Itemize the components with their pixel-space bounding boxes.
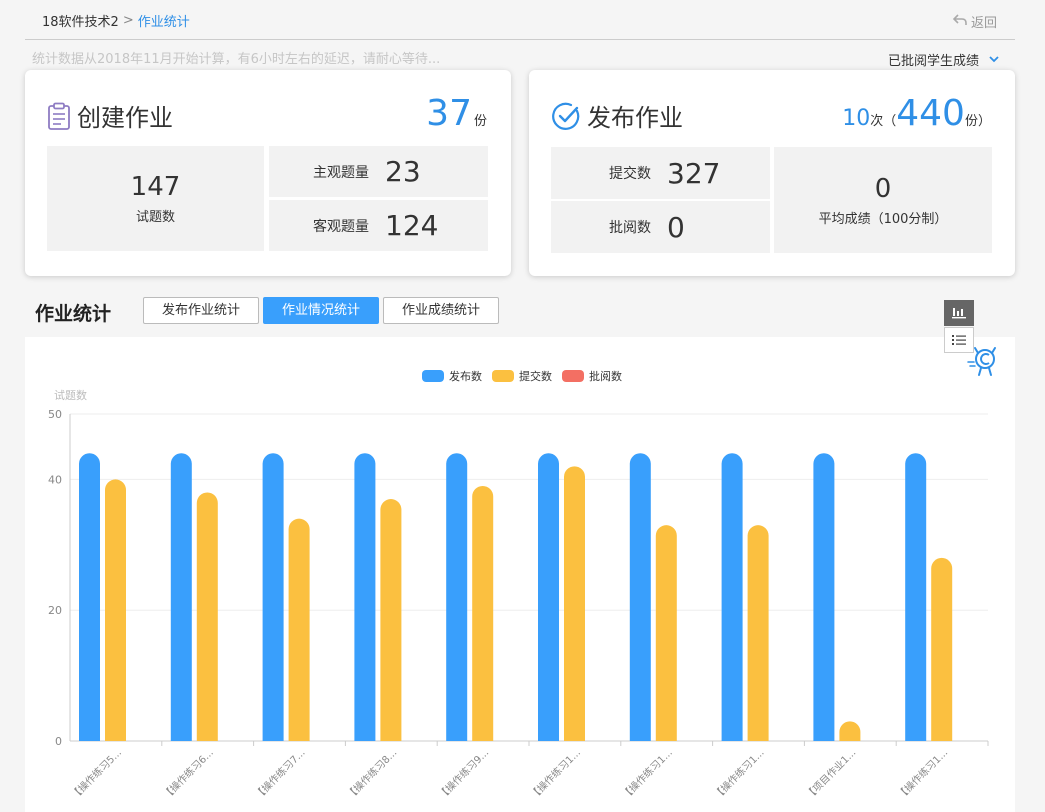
x-tick-label: 【操作练习9... (435, 746, 491, 802)
y-axis-label: 试题数 (54, 389, 87, 402)
bar-submitted (931, 557, 953, 741)
bar-submitted (196, 492, 218, 741)
bar-published (813, 453, 835, 741)
x-tick-label: 【操作练习7... (252, 746, 308, 802)
y-tick-label: 0 (55, 735, 62, 748)
x-tick-label: 【操作练习6... (160, 746, 216, 802)
bar-submitted (288, 518, 310, 741)
x-tick-label: 【操作练习1... (619, 746, 675, 802)
x-tick-label: 【操作练习5... (68, 746, 124, 802)
bar-submitted (655, 525, 677, 741)
bar-submitted (105, 479, 126, 741)
bar-published (905, 453, 927, 741)
bar-submitted (839, 721, 861, 741)
bar-published (170, 453, 192, 741)
y-tick-label: 20 (48, 604, 62, 617)
bar-published (721, 453, 743, 741)
x-tick-label: 【操作练习1... (527, 746, 583, 802)
y-tick-label: 50 (48, 408, 62, 421)
bar-submitted (564, 466, 585, 741)
bar-submitted (747, 525, 769, 741)
bar-published (262, 453, 284, 741)
bar-published (538, 453, 559, 741)
bar-chart: 试题数 0 20 40 50 【操作练习5... 【操作练习6... 【操作练习7... 【操作… (48, 389, 989, 802)
x-tick-label: 【操作练习1... (711, 746, 767, 802)
bar-published (446, 453, 468, 741)
bar-published (79, 453, 100, 741)
bar-submitted (380, 499, 402, 741)
bar-published (354, 453, 376, 741)
x-tick-label: 【操作练习8... (344, 746, 400, 802)
bar-published (629, 453, 651, 741)
y-tick-label: 40 (48, 473, 62, 486)
x-tick-label: 【操作练习1... (894, 746, 950, 802)
bar-submitted (472, 485, 494, 741)
x-tick-label: 【项目作业1... (803, 747, 858, 802)
